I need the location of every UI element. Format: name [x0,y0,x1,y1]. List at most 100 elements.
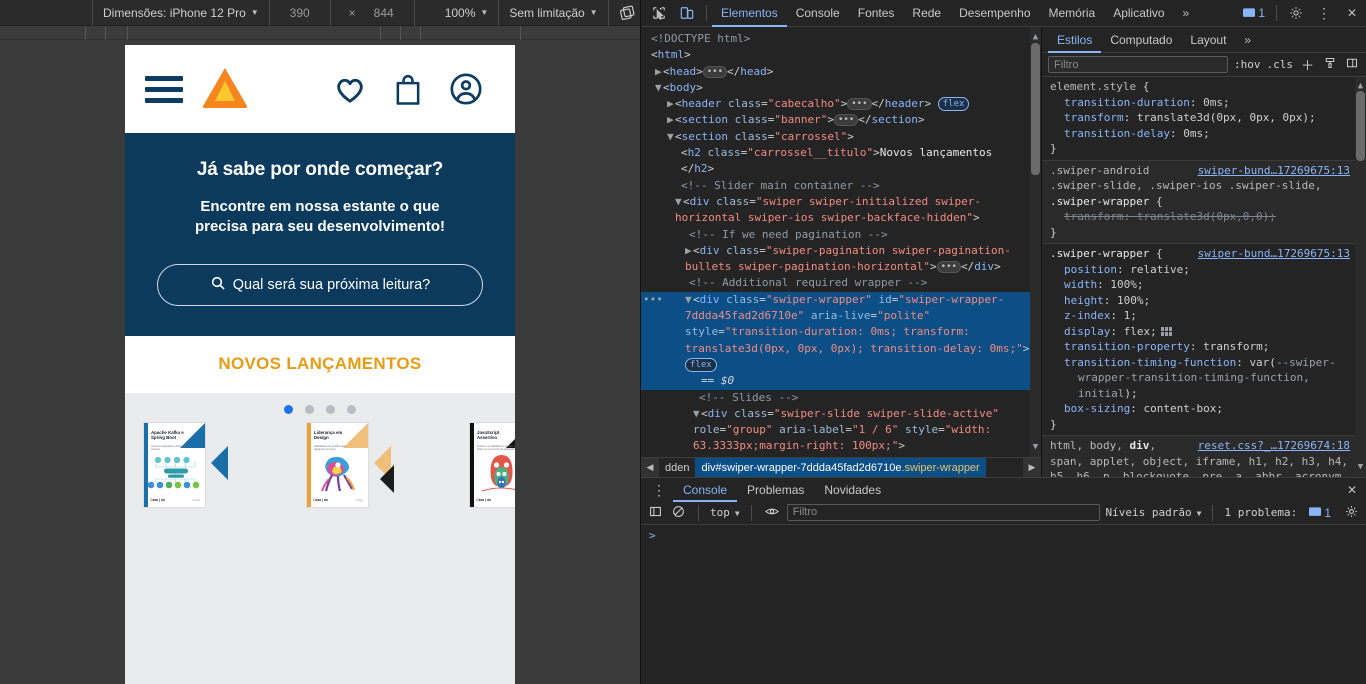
console-output[interactable]: > [641,525,1366,684]
user-account-icon[interactable] [437,72,495,106]
plus-icon[interactable]: ＋ [1299,55,1316,74]
pagination-bullet[interactable] [347,404,356,414]
style-rule[interactable]: html, body, div, reset.css?_…17269674:18 … [1042,436,1366,477]
style-rule[interactable]: element.style { transition-duration: 0ms… [1042,77,1366,161]
console-levels-selector[interactable]: Níveis padrão ▼ [1106,506,1202,519]
search-button[interactable]: Qual será sua próxima leitura? [157,263,483,306]
live-expression-icon[interactable] [763,505,781,521]
hamburger-menu-icon[interactable] [145,75,183,103]
book-cover[interactable]: Apache Kafka e Spring Boot Construa apli… [143,421,206,508]
dom-selected-node[interactable]: ••• ▼<div class="swiper-wrapper" id="swi… [641,291,1041,390]
shopping-bag-icon[interactable] [379,73,437,106]
zoom-selector[interactable]: 100% ▼ [435,0,500,26]
dom-line[interactable]: <html> [641,47,1041,63]
declaration-value[interactable]: 100% [1117,294,1144,307]
swiper-pagination[interactable] [125,393,515,414]
dom-tree[interactable]: <!DOCTYPE html> <html> ▶<head> ••• </head>… [641,27,1041,457]
heart-icon[interactable] [321,73,379,106]
styles-rules-list[interactable]: element.style { transition-duration: 0ms… [1042,77,1366,477]
pagination-bullet[interactable] [284,404,293,414]
device-toolbar-icon[interactable] [673,0,701,27]
device-toolbar-menu-icon[interactable]: ⋮ [654,6,668,20]
tab-aplicativo[interactable]: Aplicativo [1104,0,1173,27]
drawer-tab-problemas[interactable]: Problemas [737,478,814,502]
declaration-value[interactable]: relative [1130,263,1183,276]
dom-line[interactable]: ▼<div class="swiper swiper-initialized s… [641,194,1041,227]
breadcrumb-item-selected[interactable]: div#swiper-wrapper-7ddda45fad2d6710e.swi… [695,458,986,477]
rule-selector[interactable]: element.style [1050,80,1136,93]
declaration-value[interactable]: 0ms [1203,96,1223,109]
rule-selector[interactable]: .swiper-wrapper [1050,247,1149,260]
tab-console[interactable]: Console [787,0,849,27]
tab-rede[interactable]: Rede [903,0,950,27]
console-issues-label[interactable]: 1 problema: [1224,506,1297,519]
swiper-slide[interactable]: JavaScript Assertivo Testes e a qualidad… [469,421,515,508]
dom-line[interactable]: <!-- Slides --> [641,390,1041,406]
issue-badge-icon[interactable]: 1 [1303,506,1337,520]
viewport-height-input[interactable]: × 844 [331,0,415,26]
rule-source-link[interactable]: swiper-bund…17269675:13 [1198,246,1350,262]
rule-selector[interactable]: .swiper-android [1050,164,1149,177]
breadcrumb-item[interactable]: dden [659,458,695,477]
rule-selector[interactable]: html, body, div, [1050,439,1156,452]
rotate-icon[interactable] [619,4,636,21]
viewport-width-input[interactable]: 390 [270,0,331,26]
chevron-double-right-icon[interactable]: » [1235,27,1260,53]
declaration-value[interactable]: transform [1203,340,1263,353]
dom-line[interactable]: <!-- Additional required wrapper --> [641,275,1041,291]
rule-selector-cont[interactable]: h5, h6, p, blockquote, pre, a, abbr, acr… [1050,470,1348,477]
declaration-value[interactable]: content-box [1143,402,1216,415]
toggle-sidebar-icon[interactable] [1344,57,1360,72]
scroll-down-icon[interactable]: ▼ [1356,460,1365,476]
pagination-bullet[interactable] [305,404,314,414]
drawer-menu-icon[interactable]: ⋮ [645,476,673,503]
declaration-property[interactable]: transition-delay [1064,127,1170,140]
dom-line[interactable]: ▼<body> [641,80,1041,96]
declaration-property[interactable]: transform [1064,111,1124,124]
dom-line[interactable]: ▼<div class="swiper-slide swiper-slide-a… [641,406,1041,455]
dom-line[interactable]: ▶<header class="cabecalho"> ••• </header> … [641,96,1041,112]
gear-icon[interactable] [1343,505,1360,521]
dom-line[interactable]: ▶<head> ••• </head> [641,64,1041,80]
tab-layout[interactable]: Layout [1181,27,1235,53]
devtools-menu-icon[interactable]: ⋮ [1310,0,1338,27]
dom-line[interactable]: ▶<div class="swiper-pagination swiper-pa… [641,243,1041,276]
paintbrush-icon[interactable] [1322,57,1338,72]
declaration-value[interactable]: 0ms [1183,127,1203,140]
drawer-tab-console[interactable]: Console [673,478,737,502]
tab-fontes[interactable]: Fontes [849,0,904,27]
close-icon[interactable]: ✕ [1338,0,1366,27]
breadcrumb[interactable]: ◀ dden div#swiper-wrapper-7ddda45fad2d67… [641,457,1041,477]
rule-source-link[interactable]: reset.css?_…17269674:18 [1198,438,1350,454]
declaration-property[interactable]: height [1064,294,1104,307]
flex-badge[interactable]: flex [937,97,970,112]
console-sidebar-icon[interactable] [647,505,664,521]
style-rule[interactable]: .swiper-android swiper-bund…17269675:13 .… [1042,160,1366,244]
chevron-double-right-icon[interactable]: » [1174,0,1199,27]
dom-line[interactable]: ▶<section class="banner"> ••• </section> [641,112,1041,128]
tab-estilos[interactable]: Estilos [1048,27,1101,53]
declaration-property[interactable]: box-sizing [1064,402,1130,415]
triangle-logo-icon[interactable] [201,66,249,113]
console-prompt[interactable]: > [649,529,656,542]
node-menu-icon[interactable]: ••• [643,292,663,308]
rule-source-link[interactable]: swiper-bund…17269675:13 [1198,163,1350,179]
throttling-selector[interactable]: Sem limitação ▼ [499,0,609,26]
tab-elementos[interactable]: Elementos [712,0,787,27]
declaration-value[interactable]: 100% [1110,278,1137,291]
declaration-property[interactable]: transition-timing-function [1064,356,1236,369]
book-cover[interactable]: Liderança em Design Habilidades de gestã… [306,421,369,508]
gear-icon[interactable] [1282,0,1310,27]
message-badge-icon[interactable]: 1 [1237,6,1271,20]
rule-selector-cont[interactable]: .swiper-slide, .swiper-ios .swiper-slide… [1050,179,1322,192]
declaration-property[interactable]: width [1064,278,1097,291]
rule-selector-cont[interactable]: .swiper-wrapper [1050,195,1149,208]
rule-selector-cont[interactable]: span, applet, object, iframe, h1, h2, h3… [1050,455,1348,468]
tab-desempenho[interactable]: Desempenho [950,0,1039,27]
declaration-property[interactable]: position [1064,263,1117,276]
declaration-value[interactable]: translate3d(0px, 0px, 0px) [1137,111,1309,124]
book-cover[interactable]: JavaScript Assertivo Testes e a qualidad… [469,421,515,508]
tab-computado[interactable]: Computado [1101,27,1181,53]
declaration-property[interactable]: display [1064,325,1110,338]
style-rule[interactable]: .swiper-wrapper {swiper-bund…17269675:13… [1042,244,1366,436]
